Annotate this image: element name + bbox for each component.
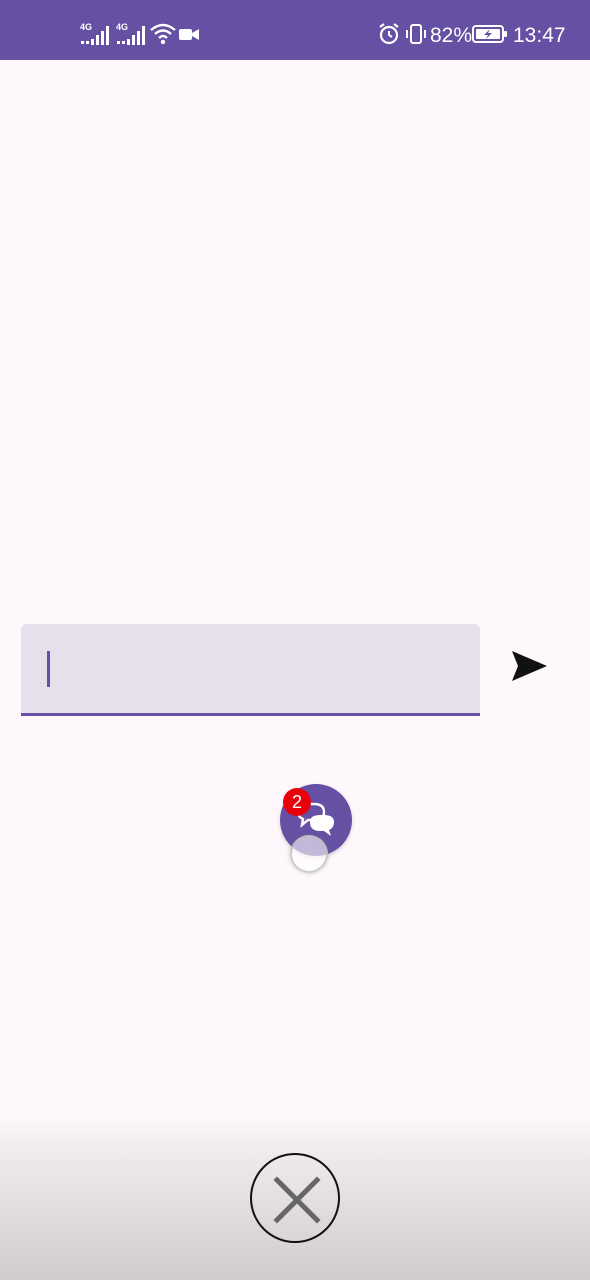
message-field[interactable] [21,624,480,716]
dismiss-button[interactable] [250,1153,340,1243]
screen: 4G 4G 82% 13:47 2 [0,0,590,1280]
battery-percent: 82% [430,24,473,47]
touch-indicator [290,835,328,873]
wifi-icon [150,22,176,48]
signal-4g-icon: 4G [80,22,112,48]
signal-4g-icon: 4G [116,22,148,48]
unread-badge: 2 [283,788,311,816]
vibrate-icon [404,22,428,48]
message-input[interactable] [43,646,443,690]
status-bar: 4G 4G 82% 13:47 [0,0,590,60]
clock: 13:47 [513,24,566,47]
send-button[interactable] [504,640,556,692]
alarm-icon [378,22,400,48]
battery-charging-icon [472,22,508,48]
video-camera-icon [178,22,200,48]
text-cursor [47,651,50,687]
send-icon [512,651,547,681]
close-icon [273,1176,321,1224]
